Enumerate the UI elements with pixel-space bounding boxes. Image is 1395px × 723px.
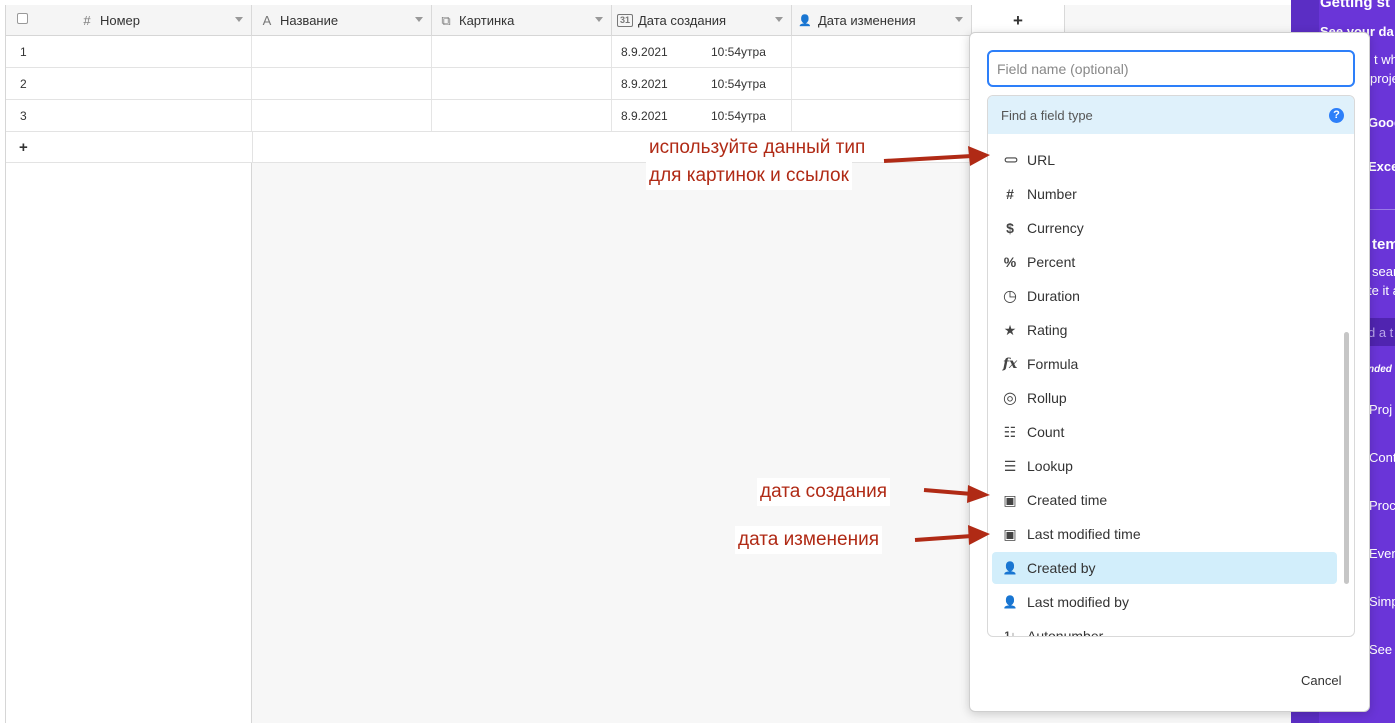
arrowhead-url [968,146,990,166]
arrow-url [883,154,973,163]
app-window: # Номер A Название ⧉ Картинка 31 Дата со… [0,0,1395,723]
arrowhead-modified [968,525,990,545]
arrow-created [923,488,973,496]
arrow-modified [914,534,973,542]
arrowhead-created [967,485,990,503]
annotation-arrows [883,146,990,545]
